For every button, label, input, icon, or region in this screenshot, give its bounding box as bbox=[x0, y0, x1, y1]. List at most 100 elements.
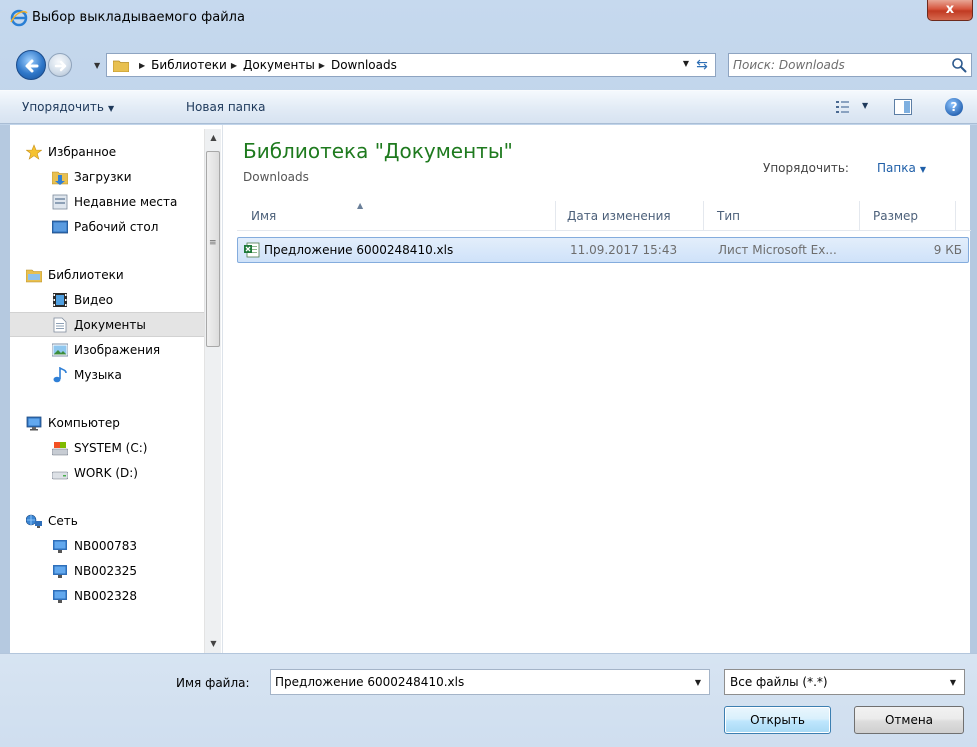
breadcrumb-documents[interactable]: Документы bbox=[243, 58, 315, 72]
scroll-thumb[interactable] bbox=[206, 151, 220, 347]
nav-libraries[interactable]: Библиотеки bbox=[10, 262, 204, 287]
breadcrumb-separator[interactable]: ▶ bbox=[139, 61, 145, 70]
network-icon bbox=[26, 514, 42, 528]
frame-edge-left bbox=[0, 125, 10, 653]
library-subtitle: Downloads bbox=[243, 170, 309, 184]
chevron-down-icon[interactable]: ▼ bbox=[695, 678, 701, 687]
address-dropdown[interactable]: ▼ bbox=[683, 59, 689, 68]
open-button[interactable]: Открыть bbox=[724, 706, 831, 734]
column-date[interactable]: Дата изменения bbox=[567, 209, 671, 223]
nav-favorites[interactable]: Избранное bbox=[10, 139, 204, 164]
nav-network[interactable]: Сеть bbox=[10, 508, 204, 533]
nav-video[interactable]: Видео bbox=[10, 287, 204, 312]
file-name: Предложение 6000248410.xls bbox=[264, 243, 454, 257]
filename-combobox[interactable]: ▼ bbox=[270, 669, 710, 695]
nav-computer[interactable]: Компьютер bbox=[10, 410, 204, 435]
breadcrumb-separator[interactable]: ▶ bbox=[231, 61, 237, 70]
desktop-icon bbox=[52, 220, 68, 233]
network-computer-icon bbox=[53, 539, 67, 553]
filename-label: Имя файла: bbox=[176, 676, 250, 690]
nav-network-pc[interactable]: NB002328 bbox=[10, 583, 204, 608]
library-title: Библиотека "Документы" bbox=[243, 139, 513, 163]
nav-label: SYSTEM (C:) bbox=[74, 440, 148, 455]
nav-network-pc[interactable]: NB000783 bbox=[10, 533, 204, 558]
sort-arrow-icon: ▲ bbox=[357, 201, 364, 210]
libraries-icon bbox=[26, 269, 42, 282]
nav-label: Сеть bbox=[48, 513, 78, 528]
cancel-button[interactable]: Отмена bbox=[854, 706, 964, 734]
nav-network-pc[interactable]: NB002325 bbox=[10, 558, 204, 583]
breadcrumb-separator[interactable]: ▶ bbox=[319, 61, 325, 70]
recent-pages-dropdown[interactable]: ▼ bbox=[94, 61, 100, 70]
back-arrow-icon bbox=[25, 59, 39, 73]
nav-recent-places[interactable]: Недавние места bbox=[10, 189, 204, 214]
filename-input[interactable] bbox=[275, 674, 675, 690]
music-icon bbox=[53, 366, 67, 382]
address-row: ▼ ▶ Библиотеки ▶ Документы ▶ Downloads ▼… bbox=[0, 50, 977, 82]
refresh-icon[interactable]: ⇆ bbox=[693, 56, 711, 74]
nav-desktop[interactable]: Рабочий стол bbox=[10, 214, 204, 239]
nav-drive-c[interactable]: SYSTEM (C:) bbox=[10, 435, 204, 460]
pictures-icon bbox=[52, 343, 68, 356]
view-options-icon[interactable] bbox=[836, 100, 852, 114]
system-drive-icon bbox=[52, 441, 68, 455]
network-computer-icon bbox=[53, 589, 67, 603]
chevron-down-icon: ▼ bbox=[919, 165, 926, 174]
nav-downloads[interactable]: Загрузки bbox=[10, 164, 204, 189]
search-input[interactable] bbox=[733, 57, 943, 73]
view-options-dropdown[interactable]: ▼ bbox=[862, 101, 868, 110]
nav-label: Библиотеки bbox=[48, 267, 124, 282]
window-title: Выбор выкладываемого файла bbox=[32, 10, 245, 25]
help-button[interactable]: ? bbox=[945, 98, 963, 116]
nav-label: Недавние места bbox=[74, 194, 178, 209]
forward-button[interactable] bbox=[48, 53, 72, 77]
breadcrumb-libraries[interactable]: Библиотеки bbox=[151, 58, 227, 72]
nav-scrollbar[interactable]: ▲ ▼ bbox=[204, 129, 221, 653]
breadcrumb[interactable]: ▶ Библиотеки ▶ Документы ▶ Downloads ▼ ⇆ bbox=[106, 53, 716, 77]
column-divider[interactable] bbox=[703, 201, 704, 231]
nav-pictures[interactable]: Изображения bbox=[10, 337, 204, 362]
network-computer-icon bbox=[53, 564, 67, 578]
back-button[interactable] bbox=[16, 50, 46, 80]
command-bar: Упорядочить ▼ Новая папка ▼ ? bbox=[0, 90, 977, 124]
search-icon[interactable] bbox=[951, 57, 967, 73]
column-header: ▲ Имя Дата изменения Тип Размер bbox=[237, 201, 971, 231]
organize-button[interactable]: Упорядочить ▼ bbox=[22, 100, 114, 114]
drive-icon bbox=[52, 471, 68, 479]
navigation-pane: Избранное Загрузки Недавние места Рабочи… bbox=[10, 125, 222, 653]
file-list-pane: Библиотека "Документы" Downloads Упорядо… bbox=[222, 125, 971, 653]
nav-drive-d[interactable]: WORK (D:) bbox=[10, 460, 204, 485]
nav-label: WORK (D:) bbox=[74, 465, 138, 480]
arrange-by-label: Упорядочить: bbox=[763, 161, 849, 175]
preview-pane-button[interactable] bbox=[894, 99, 912, 115]
scroll-up-arrow[interactable]: ▲ bbox=[205, 129, 222, 147]
breadcrumb-downloads[interactable]: Downloads bbox=[331, 58, 397, 72]
scroll-down-arrow[interactable]: ▼ bbox=[205, 635, 222, 653]
file-type: Лист Microsoft Ex... bbox=[718, 243, 837, 257]
file-type-filter[interactable]: Все файлы (*.*) ▼ bbox=[724, 669, 965, 695]
column-name[interactable]: Имя bbox=[251, 209, 276, 223]
column-divider[interactable] bbox=[955, 201, 956, 231]
nav-documents[interactable]: Документы bbox=[10, 312, 204, 337]
nav-label: Компьютер bbox=[48, 415, 120, 430]
internet-explorer-icon bbox=[10, 9, 28, 27]
star-icon bbox=[26, 143, 42, 160]
column-type[interactable]: Тип bbox=[717, 209, 740, 223]
search-box[interactable] bbox=[728, 53, 972, 77]
close-button[interactable]: x bbox=[927, 0, 973, 21]
column-divider[interactable] bbox=[859, 201, 860, 231]
forward-arrow-icon bbox=[54, 60, 67, 72]
new-folder-button[interactable]: Новая папка bbox=[186, 100, 265, 114]
nav-label: Изображения bbox=[74, 342, 161, 357]
excel-file-icon bbox=[244, 242, 260, 258]
nav-label: Избранное bbox=[48, 144, 117, 159]
arrange-by-dropdown[interactable]: Папка ▼ bbox=[877, 161, 926, 175]
nav-label: Документы bbox=[74, 317, 146, 332]
column-size[interactable]: Размер bbox=[873, 209, 918, 223]
column-divider[interactable] bbox=[555, 201, 556, 231]
file-row[interactable]: Предложение 6000248410.xls 11.09.2017 15… bbox=[237, 237, 969, 263]
dialog-footer: Имя файла: ▼ Все файлы (*.*) ▼ Открыть О… bbox=[0, 653, 977, 747]
nav-music[interactable]: Музыка bbox=[10, 362, 204, 387]
